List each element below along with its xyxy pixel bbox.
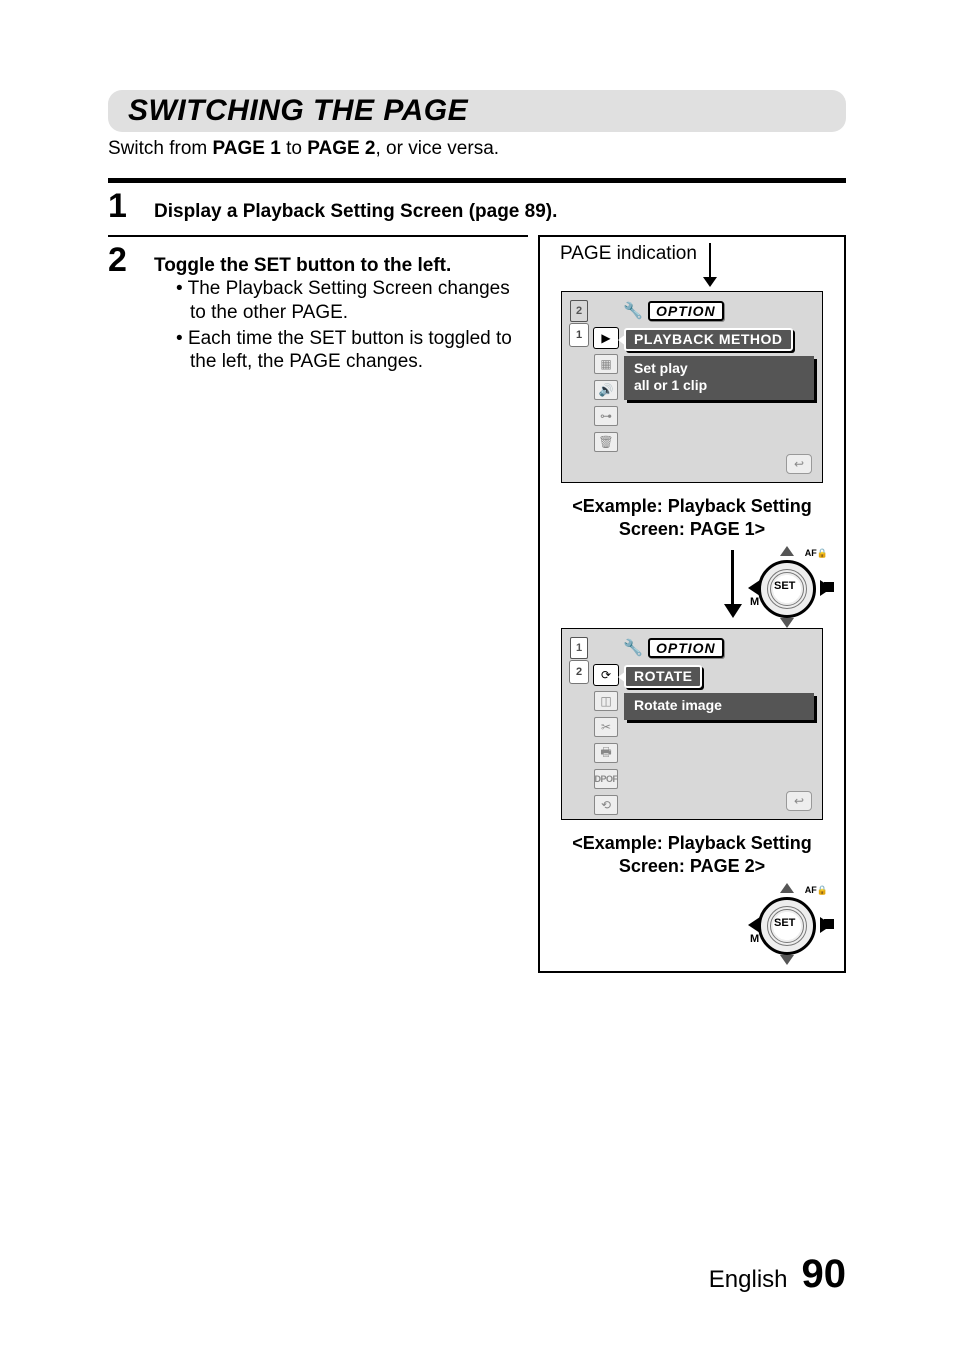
footer-page-number: 90 [802,1252,847,1297]
step-2-heading: Toggle the SET button to the left. [154,255,451,277]
desc1-line1: Set play [634,360,688,376]
menu-playback-icon: ▶ [594,328,618,348]
dial-set-label: SET [774,580,795,592]
tab-1: 1 [570,637,588,659]
intro-post: , or vice versa. [376,138,500,159]
caption-page1: <Example: Playback Setting Screen: PAGE … [550,495,834,540]
step-1-heading: Display a Playback Setting Screen (page … [154,201,557,223]
dial-left-arrow-icon [748,580,760,596]
bullet-1: The Playback Setting Screen changes to t… [190,277,528,325]
page-footer: English 90 [709,1252,846,1297]
bullet-2: Each time the SET button is toggled to t… [190,327,528,375]
menu-protect-icon: ⊶ [594,406,618,426]
arrow-down-icon [703,243,717,287]
step-2-bullets: The Playback Setting Screen changes to t… [176,277,528,374]
page-indication-label: PAGE indication [560,243,697,265]
section-title: SWITCHING THE PAGE [128,94,826,128]
page-indication-row: PAGE indication [560,243,834,287]
selection-desc-page1: Set play all or 1 clip [624,356,814,400]
return-icon-2: ↩ [786,791,812,811]
dial-up-arrow-icon [780,546,794,556]
set-dial-2: AF🔒 SET M [750,887,830,961]
page-tabs-2: 1 2 [570,637,588,683]
section-title-bar: SWITCHING THE PAGE [108,90,846,132]
menu-grid-icon: ▦ [594,354,618,374]
menu-print-icon: 🖶 [594,743,618,763]
selection-title-page2: ROTATE [624,665,702,688]
menu-delete-icon: 🗑 [594,432,618,452]
selection-title-page1: PLAYBACK METHOD [624,328,793,351]
dial-row-2: AF🔒 SET M [550,887,834,961]
dial-m-label: M [750,596,759,608]
dial-down-arrow-icon-2 [780,955,794,965]
selection-desc-page2: Rotate image [624,693,814,720]
page-tabs: 2 1 [570,300,588,346]
divider-thin [108,235,528,237]
big-arrow-down-icon [724,550,742,620]
left-menu-page2: ⟳ ◫ ✂ 🖶 DPOF ⟲ [594,665,618,815]
option-label: OPTION [648,301,724,321]
intro-pre: Switch from [108,138,213,159]
step-1: 1 Display a Playback Setting Screen (pag… [108,189,846,223]
divider-thick [108,178,846,183]
option-label-2: OPTION [648,638,724,658]
diagram-box: PAGE indication 2 1 🔧 OPTION ▶ ▦ 🔊 ⊶ [538,235,846,973]
menu-edit-icon: ✂ [594,717,618,737]
step-1-number: 1 [108,189,132,223]
footer-language: English [709,1266,788,1294]
intro-text: Switch from PAGE 1 to PAGE 2, or vice ve… [108,138,846,160]
left-menu-page1: ▶ ▦ 🔊 ⊶ 🗑 [594,328,618,452]
dial-up-arrow-icon-2 [780,883,794,893]
tab-1-active: 1 [570,324,588,346]
dial-left-arrow-icon-2 [748,917,760,933]
intro-mid: to [281,138,307,159]
dial-down-arrow-icon [780,618,794,628]
desc1-line2: all or 1 clip [634,377,707,393]
playback-screen-page1: 2 1 🔧 OPTION ▶ ▦ 🔊 ⊶ 🗑 PLAYBACK METHOD S… [561,291,823,483]
caption-page2: <Example: Playback Setting Screen: PAGE … [550,832,834,877]
dial-ev-icon-2 [824,919,834,929]
dial-m-label-2: M [750,933,759,945]
menu-dpof-icon: DPOF [594,769,618,789]
dial-af-label: AF🔒 [805,548,828,559]
step-2-number: 2 [108,243,132,277]
step-2: 2 Toggle the SET button to the left. [108,243,528,277]
tab-2-active: 2 [570,661,588,683]
dial-set-label-2: SET [774,917,795,929]
intro-page2: PAGE 2 [307,138,375,159]
menu-format-icon: ⟲ [594,795,618,815]
intro-page1: PAGE 1 [213,138,281,159]
tab-2: 2 [570,300,588,322]
menu-volume-icon: 🔊 [594,380,618,400]
wrench-icon-2: 🔧 [622,637,644,659]
option-header-2: 🔧 OPTION [622,637,724,659]
wrench-icon: 🔧 [622,300,644,322]
menu-resize-icon: ◫ [594,691,618,711]
menu-rotate-icon: ⟳ [594,665,618,685]
option-header: 🔧 OPTION [622,300,724,322]
set-dial-1: AF🔒 SET M [750,550,830,624]
dial-row-1: AF🔒 SET M [550,550,834,624]
dial-ev-icon [824,582,834,592]
return-icon: ↩ [786,454,812,474]
playback-screen-page2: 1 2 🔧 OPTION ⟳ ◫ ✂ 🖶 DPOF ⟲ ROTATE Rotat… [561,628,823,820]
dial-af-label-2: AF🔒 [805,885,828,896]
